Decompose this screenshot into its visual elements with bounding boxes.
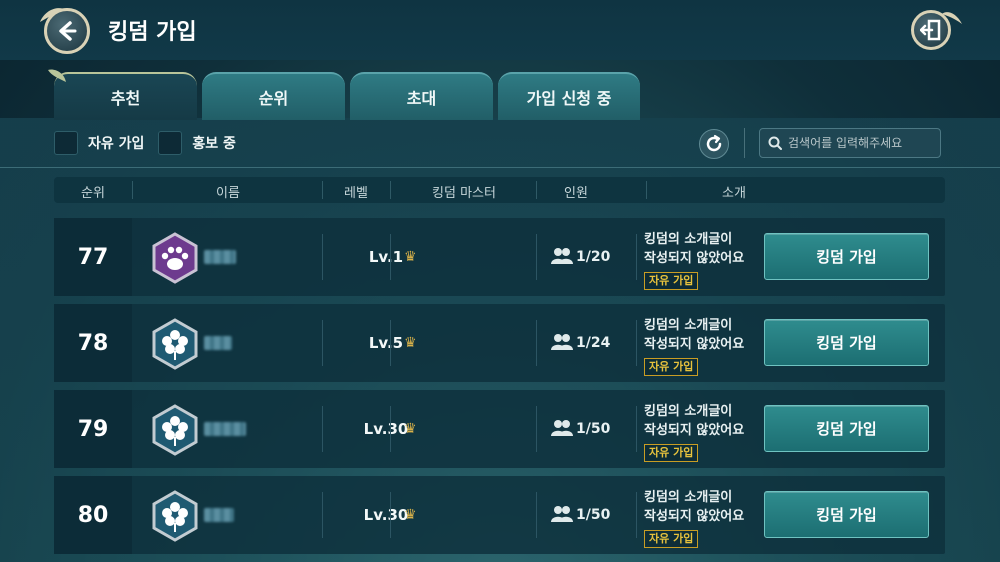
intro-line: 킹덤의 소개글이	[644, 404, 733, 419]
free-join-label: 자유 가입	[88, 136, 145, 152]
search-input[interactable]	[788, 136, 938, 150]
tab-pending[interactable]: 가입 신청 중	[498, 72, 640, 120]
crown-icon: ♛	[404, 507, 417, 523]
kingdom-name-blurred	[204, 336, 232, 350]
column-separator	[536, 234, 537, 280]
tab-ranking[interactable]: 순위	[202, 72, 345, 120]
kingdom-name-blurred	[204, 250, 236, 264]
filter-row: 자유 가입 홍보 중	[54, 130, 250, 156]
table-row: 80 Lv.30 ♛ 1/50 킹덤의 소개글이 작성되지 않았어요 자유 가입…	[54, 476, 945, 554]
crown-icon: ♛	[404, 249, 417, 265]
promoting-checkbox[interactable]	[158, 131, 183, 155]
column-rank: 순위	[81, 186, 105, 201]
refresh-button[interactable]	[699, 129, 729, 159]
intro-line: 킹덤의 소개글이	[644, 232, 733, 247]
leaf-ornament-icon	[48, 69, 66, 82]
column-separator	[636, 406, 637, 452]
promoting-label: 홍보 중	[192, 136, 236, 152]
exit-door-icon	[920, 19, 941, 41]
back-arrow-icon	[59, 21, 77, 41]
members-icon	[551, 334, 573, 350]
intro-line: 작성되지 않았어요	[644, 509, 745, 524]
column-separator	[536, 320, 537, 366]
members-icon	[551, 506, 573, 522]
column-intro: 소개	[722, 186, 746, 201]
intro-line: 작성되지 않았어요	[644, 251, 745, 266]
column-separator	[390, 320, 391, 366]
intro-text: 킹덤의 소개글이 작성되지 않았어요	[644, 402, 764, 440]
column-separator	[390, 181, 391, 199]
tab-recommend[interactable]: 추천	[54, 72, 197, 120]
column-separator	[322, 492, 323, 538]
column-level: 레벨	[344, 186, 368, 201]
paw-icon	[152, 232, 198, 284]
intro-line: 작성되지 않았어요	[644, 423, 745, 438]
exit-button[interactable]	[911, 10, 951, 50]
table-row: 79 Lv.30 ♛ 1/50 킹덤의 소개글이 작성되지 않았어요 자유 가입…	[54, 390, 945, 468]
column-separator	[636, 320, 637, 366]
member-count: 1/24	[576, 335, 611, 351]
intro-line: 킹덤의 소개글이	[644, 490, 733, 505]
table-row: 77 Lv.1 ♛ 1/20 킹덤의 소개글이 작성되지 않았어요 자유 가입 …	[54, 218, 945, 296]
free-join-tag: 자유 가입	[644, 358, 699, 376]
column-separator	[536, 181, 537, 199]
column-separator	[636, 492, 637, 538]
search-icon	[768, 136, 782, 150]
divider	[744, 128, 745, 158]
crown-icon: ♛	[404, 335, 417, 351]
tab-invite[interactable]: 초대	[350, 72, 493, 120]
column-separator	[646, 181, 647, 199]
kingdom-name-blurred	[204, 422, 246, 436]
column-separator	[322, 181, 323, 199]
join-kingdom-button[interactable]: 킹덤 가입	[764, 319, 929, 366]
table-row: 78 Lv.5 ♛ 1/24 킹덤의 소개글이 작성되지 않았어요 자유 가입 …	[54, 304, 945, 382]
back-button[interactable]	[44, 8, 90, 54]
free-join-tag: 자유 가입	[644, 530, 699, 548]
column-members: 인원	[564, 186, 588, 201]
column-separator	[132, 181, 133, 199]
page-title: 킹덤 가입	[108, 20, 197, 45]
join-kingdom-button[interactable]: 킹덤 가입	[764, 405, 929, 452]
join-kingdom-button[interactable]: 킹덤 가입	[764, 491, 929, 538]
kingdom-name-blurred	[204, 508, 234, 522]
free-join-checkbox[interactable]	[54, 131, 78, 155]
intro-text: 킹덤의 소개글이 작성되지 않았어요	[644, 230, 764, 268]
column-separator	[536, 406, 537, 452]
column-master: 킹덤 마스터	[432, 186, 496, 201]
rank-cell: 79	[54, 390, 132, 468]
column-separator	[322, 320, 323, 366]
divider	[0, 167, 1000, 168]
crown-icon: ♛	[404, 421, 417, 437]
flower-icon	[152, 490, 198, 542]
rank-cell: 80	[54, 476, 132, 554]
column-separator	[390, 406, 391, 452]
search-box[interactable]	[759, 128, 941, 158]
join-kingdom-button[interactable]: 킹덤 가입	[764, 233, 929, 280]
column-separator	[322, 406, 323, 452]
intro-text: 킹덤의 소개글이 작성되지 않았어요	[644, 316, 764, 354]
column-separator	[390, 492, 391, 538]
intro-line: 작성되지 않았어요	[644, 337, 745, 352]
intro-line: 킹덤의 소개글이	[644, 318, 733, 333]
flower-icon	[152, 404, 198, 456]
column-separator	[390, 234, 391, 280]
free-join-tag: 자유 가입	[644, 272, 699, 290]
members-icon	[551, 248, 573, 264]
members-icon	[551, 420, 573, 436]
column-separator	[536, 492, 537, 538]
column-separator	[636, 234, 637, 280]
free-join-tag: 자유 가입	[644, 444, 699, 462]
table-header: 순위 이름 레벨 킹덤 마스터 인원 소개	[54, 177, 945, 203]
member-count: 1/20	[576, 249, 611, 265]
rank-cell: 78	[54, 304, 132, 382]
rank-cell: 77	[54, 218, 132, 296]
column-name: 이름	[216, 186, 240, 201]
member-count: 1/50	[576, 421, 611, 437]
column-separator	[322, 234, 323, 280]
flower-icon	[152, 318, 198, 370]
refresh-icon	[706, 134, 722, 152]
member-count: 1/50	[576, 507, 611, 523]
intro-text: 킹덤의 소개글이 작성되지 않았어요	[644, 488, 764, 526]
